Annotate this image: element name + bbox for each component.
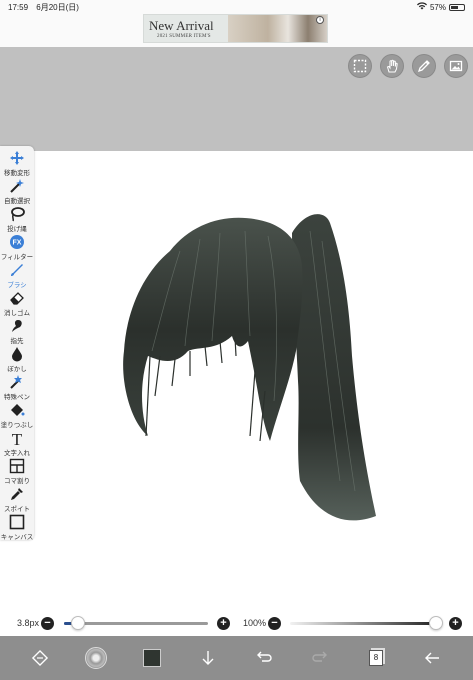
undo-icon — [257, 651, 272, 662]
ad-banner[interactable]: New Arrival 2021 SUMMER ITEM'S i — [143, 14, 328, 43]
toolbar-label-frame: コマ割り — [4, 478, 30, 485]
ad-area: New Arrival 2021 SUMMER ITEM'S i — [0, 14, 473, 47]
image-tool-button[interactable] — [444, 54, 468, 78]
color-button[interactable] — [138, 644, 166, 672]
magic-wand-icon — [10, 179, 24, 193]
hair-drawing — [123, 214, 376, 521]
battery-percent: 57% — [429, 2, 446, 12]
brush-icon — [11, 264, 23, 276]
back-icon — [425, 652, 439, 664]
finger-icon — [12, 320, 22, 332]
toolbar-label-finger: 指先 — [10, 338, 24, 345]
text-glyph: T — [12, 430, 23, 446]
drawing-canvas[interactable] — [0, 151, 473, 610]
toolbar-item-eyedropper[interactable]: スポイト — [0, 486, 34, 513]
brush-size-minus-button[interactable]: − — [41, 617, 54, 630]
battery-icon — [449, 3, 465, 11]
layers-button[interactable]: 8 — [362, 644, 390, 672]
layers-icon: 8 — [369, 650, 383, 666]
toolbar-label-move: 移動変形 — [4, 170, 30, 177]
toolbar-label-canvas: キャンバス — [0, 534, 34, 541]
toolbar-item-canvas[interactable]: キャンバス — [0, 514, 34, 541]
canvas-icon — [9, 514, 25, 530]
brush-size-slider[interactable] — [64, 622, 208, 625]
toolbar-label-auto-select: 自動選択 — [4, 198, 30, 205]
toolbar-item-lasso[interactable]: 投げ縄 — [0, 206, 34, 233]
hand-icon — [386, 59, 398, 73]
brush-size-plus-button[interactable]: + — [217, 617, 230, 630]
bottom-action-bar: 8 — [0, 636, 473, 680]
status-bar: 17:59 6月20日(日) 57% — [0, 0, 473, 14]
eraser-icon — [10, 292, 24, 305]
text-icon: T — [12, 430, 23, 446]
left-toolbar: 移動変形 自動選択 投げ縄 FX フィルター ブラシ 消しゴム 指先 ぼかし 特… — [0, 146, 34, 541]
fx-glyph: FX — [13, 240, 22, 247]
clock: 17:59 — [8, 3, 29, 12]
redo-icon — [312, 651, 327, 662]
toolbar-item-move[interactable]: 移動変形 — [0, 150, 34, 177]
transform-icon — [31, 649, 49, 667]
lasso-icon — [11, 207, 25, 222]
toolbar-label-brush: ブラシ — [7, 282, 27, 289]
toolbar-label-filter: フィルター — [0, 254, 34, 261]
blur-icon — [12, 347, 22, 362]
opacity-value: 100% — [243, 618, 267, 628]
eyedropper-icon — [11, 488, 23, 500]
pencil-icon — [417, 60, 430, 73]
brush-preview-button[interactable] — [82, 644, 110, 672]
toolbar-item-brush[interactable]: ブラシ — [0, 262, 34, 289]
wifi-icon — [416, 2, 427, 12]
color-swatch — [143, 649, 161, 667]
toolbar-label-special-pen: 特殊ペン — [4, 394, 30, 401]
image-icon — [449, 60, 463, 72]
toolbar-item-finger[interactable]: 指先 — [0, 318, 34, 345]
selection-tool-button[interactable] — [348, 54, 372, 78]
brush-preview — [85, 647, 107, 669]
download-button[interactable] — [194, 644, 222, 672]
toolbar-label-fill: 塗りつぶし — [0, 422, 34, 429]
special-pen-icon — [10, 375, 22, 389]
move-icon — [10, 151, 24, 165]
hand-tool-button[interactable] — [380, 54, 404, 78]
redo-button[interactable] — [306, 644, 334, 672]
ad-photo — [228, 15, 327, 42]
toolbar-label-blur: ぼかし — [7, 366, 27, 373]
opacity-slider[interactable] — [290, 622, 436, 625]
brush-size-value: 3.8px — [17, 618, 40, 628]
transform-button[interactable] — [26, 644, 54, 672]
info-icon[interactable]: i — [316, 16, 324, 24]
opacity-minus-button[interactable]: − — [268, 617, 281, 630]
opacity-plus-button[interactable]: + — [449, 617, 462, 630]
toolbar-item-text[interactable]: T 文字入れ — [0, 430, 34, 457]
toolbar-item-eraser[interactable]: 消しゴム — [0, 290, 34, 317]
opacity-thumb[interactable] — [429, 616, 443, 630]
toolbar-label-eyedropper: スポイト — [4, 506, 30, 513]
fill-icon — [11, 404, 25, 416]
brush-size-thumb[interactable] — [71, 616, 86, 630]
date: 6月20日(日) — [36, 3, 79, 12]
toolbar-label-eraser: 消しゴム — [4, 310, 30, 317]
toolbar-item-filter[interactable]: FX フィルター — [0, 234, 34, 261]
toolbar-item-blur[interactable]: ぼかし — [0, 346, 34, 373]
ad-subtitle: 2021 SUMMER ITEM'S — [157, 34, 211, 39]
toolbar-item-frame[interactable]: コマ割り — [0, 458, 34, 485]
fx-icon: FX — [10, 235, 24, 249]
frame-icon — [9, 458, 25, 474]
slider-bar: 3.8px − + 100% − + — [0, 610, 473, 636]
download-icon — [202, 651, 214, 665]
pencil-tool-button[interactable] — [412, 54, 436, 78]
toolbar-label-lasso: 投げ縄 — [7, 226, 27, 233]
toolbar-item-auto-select[interactable]: 自動選択 — [0, 178, 34, 205]
toolbar-label-text: 文字入れ — [4, 450, 30, 457]
toolbar-item-fill[interactable]: 塗りつぶし — [0, 402, 34, 429]
selection-icon — [353, 59, 367, 73]
undo-button[interactable] — [250, 644, 278, 672]
toolbar-item-special-pen[interactable]: 特殊ペン — [0, 374, 34, 401]
ad-title: New Arrival — [149, 18, 214, 33]
back-button[interactable] — [418, 644, 446, 672]
